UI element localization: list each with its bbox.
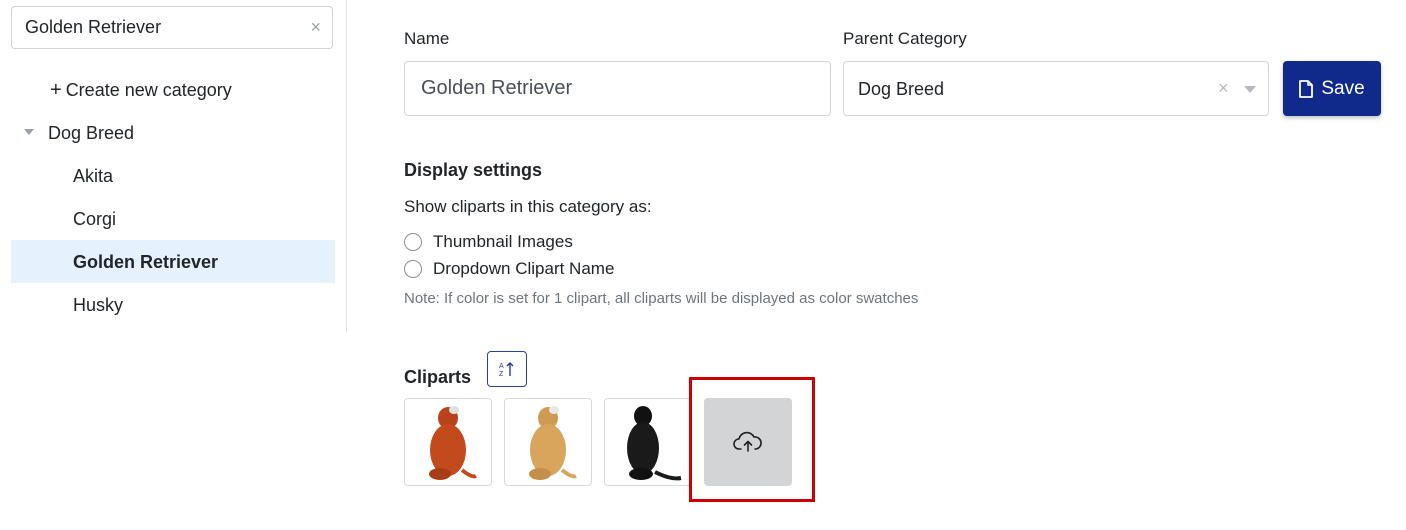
category-search-input[interactable] (13, 8, 305, 47)
parent-category-select[interactable]: Dog Breed × (843, 61, 1269, 116)
tree-item-corgi[interactable]: Corgi (73, 208, 116, 230)
category-search-box: × (11, 6, 333, 49)
parent-category-value: Dog Breed (858, 79, 945, 99)
category-sidebar: × +Create new category Dog Breed Akita C… (0, 0, 347, 332)
save-button-label: Save (1321, 77, 1365, 99)
tree-item-label: Golden Retriever (73, 252, 219, 272)
radio-dropdown-clipart-name[interactable]: Dropdown Clipart Name (404, 259, 614, 279)
radio-button[interactable] (404, 260, 422, 278)
tree-item-label: Akita (73, 166, 114, 186)
golden-retriever-red-clipart (429, 406, 477, 480)
tree-item-golden-retriever[interactable]: Golden Retriever (73, 251, 218, 273)
tree-item-label: Dog Breed (48, 123, 135, 143)
display-settings-heading: Display settings (404, 160, 543, 180)
chevron-down-icon[interactable] (1244, 86, 1256, 93)
cliparts-heading: Cliparts (404, 367, 472, 387)
tree-item-label: Husky (73, 295, 124, 315)
radio-thumbnail-images[interactable]: Thumbnail Images (404, 232, 573, 252)
radio-button[interactable] (404, 233, 422, 251)
name-label: Name (404, 29, 450, 48)
file-icon (1299, 79, 1314, 98)
parent-category-label: Parent Category (843, 29, 967, 48)
clipart-thumbnail[interactable] (504, 398, 592, 486)
save-button[interactable]: Save (1283, 61, 1381, 116)
upload-highlight-box (689, 377, 815, 502)
plus-icon: + (50, 79, 62, 101)
clear-parent-icon[interactable]: × (1218, 78, 1229, 99)
radio-label: Thumbnail Images (433, 232, 573, 251)
sort-button[interactable]: A Z (487, 351, 527, 387)
sort-alpha-icon: A Z (499, 362, 514, 378)
display-settings-prompt: Show cliparts in this category as: (404, 197, 652, 216)
create-new-category-link[interactable]: + Create new category (50, 79, 232, 101)
create-category-label: Create new category (65, 80, 232, 100)
tree-item-husky[interactable]: Husky (73, 294, 123, 316)
golden-retriever-black-clipart (627, 406, 682, 481)
name-input[interactable] (404, 61, 831, 116)
clipart-thumbnail[interactable] (404, 398, 492, 486)
svg-text:Z: Z (499, 371, 504, 378)
svg-text:A: A (499, 363, 504, 370)
clear-search-icon[interactable]: × (310, 17, 321, 37)
radio-label: Dropdown Clipart Name (433, 259, 615, 278)
tree-item-akita[interactable]: Akita (73, 165, 113, 187)
caret-down-icon[interactable] (24, 129, 34, 135)
tree-item-dog-breed[interactable]: Dog Breed (24, 122, 134, 144)
golden-retriever-light-clipart (529, 406, 577, 480)
display-settings-note: Note: If color is set for 1 clipart, all… (404, 290, 919, 307)
clipart-thumbnail[interactable] (604, 398, 692, 486)
tree-item-label: Corgi (73, 209, 117, 229)
